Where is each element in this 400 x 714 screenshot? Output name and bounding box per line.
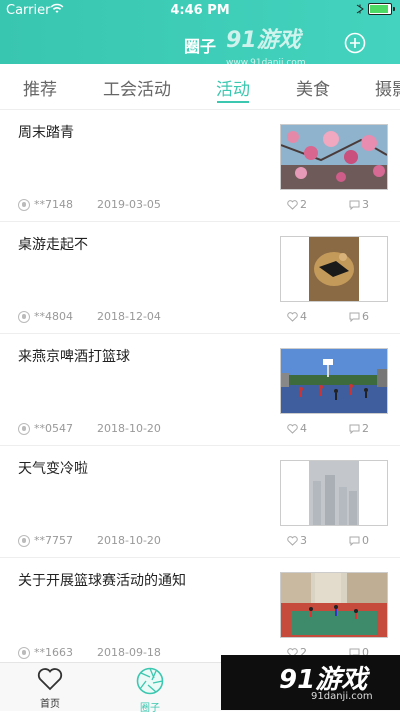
post-thumbnail[interactable] bbox=[280, 348, 388, 414]
list-item[interactable]: 天气变冷啦 **7757 2018-10-20 3 0 bbox=[0, 446, 400, 558]
comment-button[interactable]: 6 bbox=[349, 310, 369, 323]
comment-count: 3 bbox=[362, 198, 369, 211]
post-user: **0547 bbox=[34, 422, 73, 435]
post-meta: **1663 2018-09-18 bbox=[18, 646, 161, 659]
comment-icon bbox=[349, 200, 360, 210]
user-icon bbox=[18, 198, 30, 211]
tab-union-activities[interactable]: 工会活动 bbox=[103, 75, 171, 100]
like-button[interactable]: 4 bbox=[287, 422, 307, 435]
post-meta: **4804 2018-12-04 bbox=[18, 310, 161, 323]
comment-count: 0 bbox=[362, 534, 369, 547]
tab-food[interactable]: 美食 bbox=[296, 75, 330, 100]
list-item[interactable]: 周末踏青 **7148 2019-03-05 2 3 bbox=[0, 110, 400, 222]
tab-activities[interactable]: 活动 bbox=[216, 75, 250, 100]
list-item[interactable]: 关于开展篮球赛活动的通知 **1663 2018-09-18 2 0 bbox=[0, 558, 400, 670]
post-title: 桌游走起不 bbox=[18, 237, 88, 253]
tab-photography[interactable]: 摄影 bbox=[375, 75, 400, 100]
comment-count: 6 bbox=[362, 310, 369, 323]
post-title: 关于开展篮球赛活动的通知 bbox=[18, 573, 186, 589]
tab-circle-label: 圈子 bbox=[140, 703, 160, 714]
active-tab-indicator bbox=[217, 101, 249, 103]
aperture-icon bbox=[136, 667, 164, 695]
post-date: 2018-12-04 bbox=[97, 310, 161, 323]
post-user: **7148 bbox=[34, 198, 73, 211]
comment-count: 2 bbox=[362, 422, 369, 435]
comment-button[interactable]: 0 bbox=[349, 534, 369, 547]
comment-button[interactable]: 3 bbox=[349, 198, 369, 211]
post-user: **4804 bbox=[34, 310, 73, 323]
comment-icon bbox=[349, 312, 360, 322]
like-count: 3 bbox=[300, 534, 307, 547]
post-meta: **0547 2018-10-20 bbox=[18, 422, 161, 435]
heart-icon bbox=[287, 311, 298, 322]
like-button[interactable]: 2 bbox=[287, 198, 307, 211]
comment-icon bbox=[349, 424, 360, 434]
tab-recommend[interactable]: 推荐 bbox=[23, 75, 57, 100]
watermark-overlay: 91游戏 91danji.com bbox=[221, 655, 400, 710]
like-count: 4 bbox=[300, 310, 307, 323]
user-icon bbox=[18, 422, 30, 435]
post-meta: **7148 2019-03-05 bbox=[18, 198, 161, 211]
tab-home[interactable]: 首页 bbox=[20, 667, 80, 710]
like-count: 2 bbox=[300, 198, 307, 211]
like-count: 4 bbox=[300, 422, 307, 435]
post-meta: **7757 2018-10-20 bbox=[18, 534, 161, 547]
plus-circle-icon bbox=[344, 32, 366, 54]
heart-icon bbox=[287, 423, 298, 434]
post-date: 2018-10-20 bbox=[97, 534, 161, 547]
comment-icon bbox=[349, 536, 360, 546]
user-icon bbox=[18, 310, 30, 323]
app-header: Carrier 4:46 PM 圈子 91游戏 www.91danji.com bbox=[0, 0, 400, 68]
post-date: 2019-03-05 bbox=[97, 198, 161, 211]
tab-home-label: 首页 bbox=[40, 699, 60, 710]
post-thumbnail[interactable] bbox=[280, 572, 388, 638]
user-icon bbox=[18, 646, 30, 659]
tab-circle[interactable]: 圈子 bbox=[120, 667, 180, 714]
post-thumbnail[interactable] bbox=[280, 236, 388, 302]
heart-icon bbox=[287, 199, 298, 210]
category-tabs: 推荐 工会活动 活动 美食 摄影 bbox=[0, 64, 400, 110]
watermark-url: 91danji.com bbox=[311, 691, 373, 702]
user-icon bbox=[18, 534, 30, 547]
post-date: 2018-10-20 bbox=[97, 422, 161, 435]
status-time: 4:46 PM bbox=[170, 3, 230, 18]
post-thumbnail[interactable] bbox=[280, 460, 388, 526]
post-date: 2018-09-18 bbox=[97, 646, 161, 659]
post-list: 周末踏青 **7148 2019-03-05 2 3 桌游走起不 **4804 … bbox=[0, 110, 400, 670]
page-title: 圈子 bbox=[183, 37, 216, 56]
add-post-button[interactable] bbox=[344, 32, 366, 54]
list-item[interactable]: 来燕京啤酒打篮球 **0547 2018-10-20 4 2 bbox=[0, 334, 400, 446]
list-item[interactable]: 桌游走起不 **4804 2018-12-04 4 6 bbox=[0, 222, 400, 334]
status-bar: Carrier 4:46 PM bbox=[0, 0, 400, 20]
heart-icon bbox=[37, 668, 63, 691]
comment-button[interactable]: 2 bbox=[349, 422, 369, 435]
post-title: 天气变冷啦 bbox=[18, 461, 88, 477]
post-thumbnail[interactable] bbox=[280, 124, 388, 190]
post-user: **7757 bbox=[34, 534, 73, 547]
post-title: 周末踏青 bbox=[18, 125, 74, 141]
post-user: **1663 bbox=[34, 646, 73, 659]
heart-icon bbox=[287, 535, 298, 546]
battery-icon bbox=[356, 3, 395, 15]
post-title: 来燕京啤酒打篮球 bbox=[18, 349, 130, 365]
like-button[interactable]: 3 bbox=[287, 534, 307, 547]
like-button[interactable]: 4 bbox=[287, 310, 307, 323]
